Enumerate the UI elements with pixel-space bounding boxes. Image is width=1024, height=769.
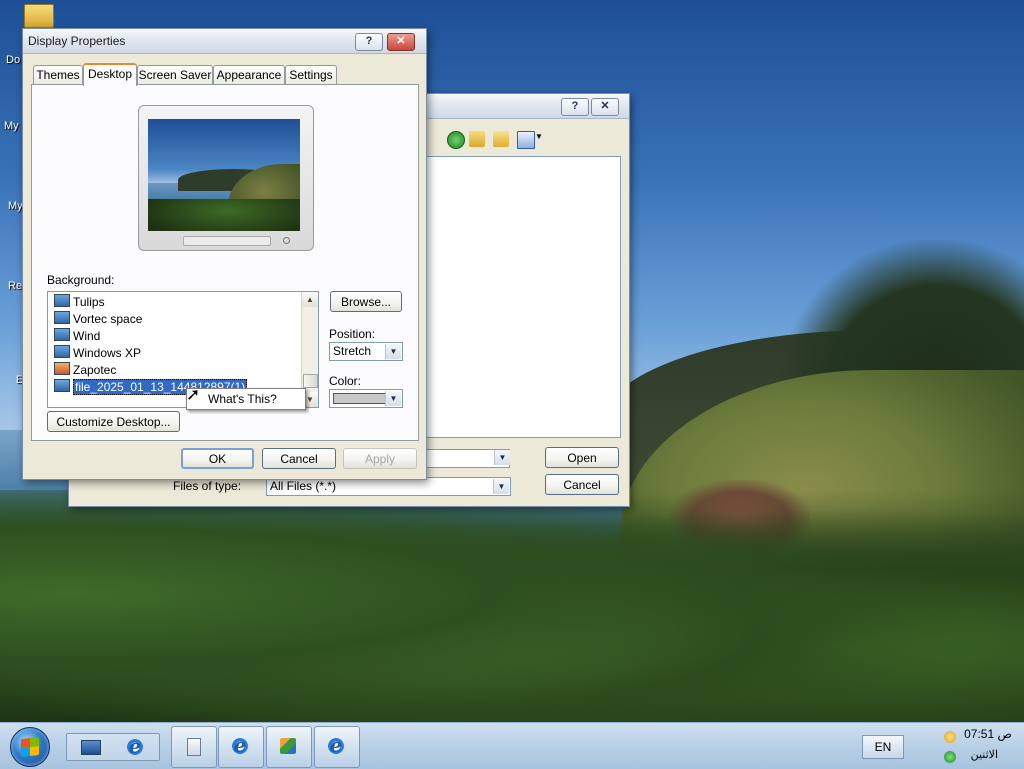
context-menu: What's This?: [186, 388, 306, 410]
chevron-down-icon[interactable]: ▼: [385, 391, 401, 406]
weather-icon[interactable]: [944, 731, 956, 743]
list-item[interactable]: Wind: [54, 328, 100, 345]
wallpaper-preview: [148, 119, 300, 231]
view-menu-icon[interactable]: [517, 131, 535, 149]
image-file-icon: [54, 362, 70, 375]
tab-settings[interactable]: Settings: [285, 65, 337, 84]
close-button[interactable]: ✕: [591, 98, 619, 116]
chevron-down-icon[interactable]: ▼: [494, 450, 510, 465]
display-properties-titlebar[interactable]: Display Properties ? ✕: [23, 29, 426, 54]
image-file-icon: [54, 294, 70, 307]
desktop-icon-label[interactable]: Do: [6, 54, 20, 66]
document-icon: [187, 738, 201, 756]
chevron-down-icon[interactable]: ▼: [535, 132, 543, 141]
position-value: Stretch: [333, 344, 372, 358]
image-file-icon: [54, 345, 70, 358]
whats-this-menu-item[interactable]: What's This?: [208, 392, 277, 406]
taskbar-button-app[interactable]: [266, 726, 312, 768]
color-swatch: [333, 393, 387, 404]
customize-desktop-button[interactable]: Customize Desktop...: [47, 411, 180, 432]
taskbar-button-notepad[interactable]: [171, 726, 217, 768]
quick-launch: e: [66, 733, 160, 761]
image-file-icon: [54, 379, 70, 392]
security-shield-icon[interactable]: [944, 751, 956, 763]
list-item-label: Tulips: [73, 295, 105, 309]
tab-appearance[interactable]: Appearance: [213, 65, 285, 84]
list-item[interactable]: Vortec space: [54, 311, 142, 328]
tab-themes[interactable]: Themes: [33, 65, 83, 84]
taskbar-button-browser[interactable]: e: [218, 726, 264, 768]
list-item-label: Wind: [73, 329, 101, 343]
open-button[interactable]: Open: [545, 447, 619, 468]
image-file-icon: [54, 328, 70, 341]
chevron-down-icon[interactable]: ▼: [385, 344, 401, 359]
files-of-type-label: Files of type:: [173, 479, 242, 493]
list-item[interactable]: Tulips: [54, 294, 105, 311]
cancel-button[interactable]: Cancel: [545, 474, 619, 495]
color-label: Color:: [329, 374, 362, 388]
list-item-label: Windows XP: [73, 346, 142, 360]
position-select[interactable]: Stretch ▼: [329, 342, 403, 361]
desktop-icon-label[interactable]: My: [4, 120, 19, 132]
cancel-button[interactable]: Cancel: [262, 448, 336, 469]
taskbar-button-browser-2[interactable]: e: [314, 726, 360, 768]
help-button[interactable]: ?: [561, 98, 589, 116]
clock-day[interactable]: الاثنين: [971, 748, 998, 761]
display-properties-dialog: Display Properties ? ✕ Themes Desktop Sc…: [22, 28, 427, 480]
help-button[interactable]: ?: [355, 33, 383, 51]
desktop-icon-label[interactable]: Re: [8, 280, 22, 292]
back-icon[interactable]: [447, 131, 465, 149]
window-title: Display Properties: [28, 34, 126, 48]
ok-button[interactable]: OK: [181, 448, 254, 469]
position-label: Position:: [329, 327, 376, 341]
color-picker[interactable]: ▼: [329, 389, 403, 408]
show-desktop-icon[interactable]: [81, 740, 101, 755]
image-file-icon: [54, 311, 70, 324]
new-folder-icon[interactable]: [493, 131, 509, 147]
start-button[interactable]: [10, 727, 50, 767]
browse-button[interactable]: Browse...: [330, 291, 402, 312]
filename-combo-arrow-holder: ▼: [425, 449, 511, 468]
tab-desktop[interactable]: Desktop: [83, 63, 137, 86]
files-of-type-value: All Files (*.*): [270, 479, 337, 493]
close-button[interactable]: ✕: [387, 33, 415, 51]
file-list[interactable]: [424, 156, 621, 438]
apply-button: Apply: [343, 448, 417, 469]
desktop-folder-icon[interactable]: [24, 4, 54, 28]
language-indicator[interactable]: EN: [862, 735, 904, 759]
application-icon: [280, 738, 296, 754]
wallpaper-bushes: [0, 490, 1024, 722]
clock-time[interactable]: 07:51 ص: [964, 727, 1012, 741]
windows-logo-icon: [21, 737, 39, 757]
taskbar: e e e EN 07:51 ص الاثنين: [0, 722, 1024, 769]
list-item[interactable]: Zapotec: [54, 362, 116, 379]
scroll-up-icon[interactable]: ▲: [302, 292, 318, 307]
internet-explorer-icon: e: [230, 735, 250, 756]
mouse-cursor-icon: ➚: [186, 385, 201, 404]
list-item[interactable]: Windows XP: [54, 345, 141, 362]
chevron-down-icon[interactable]: ▼: [493, 479, 509, 494]
desktop-icon-label[interactable]: My: [8, 200, 23, 212]
monitor-stand: [183, 236, 271, 246]
monitor-preview: [138, 105, 314, 251]
list-item-label: Zapotec: [73, 363, 117, 377]
list-item-label: Vortec space: [73, 312, 143, 326]
background-label: Background:: [47, 273, 115, 287]
tab-screen-saver[interactable]: Screen Saver: [137, 65, 213, 84]
internet-explorer-icon: e: [326, 735, 346, 756]
internet-explorer-icon[interactable]: e: [125, 736, 145, 757]
up-folder-icon[interactable]: [469, 131, 485, 147]
monitor-power-icon: [283, 237, 290, 244]
scroll-thumb[interactable]: [303, 374, 318, 388]
